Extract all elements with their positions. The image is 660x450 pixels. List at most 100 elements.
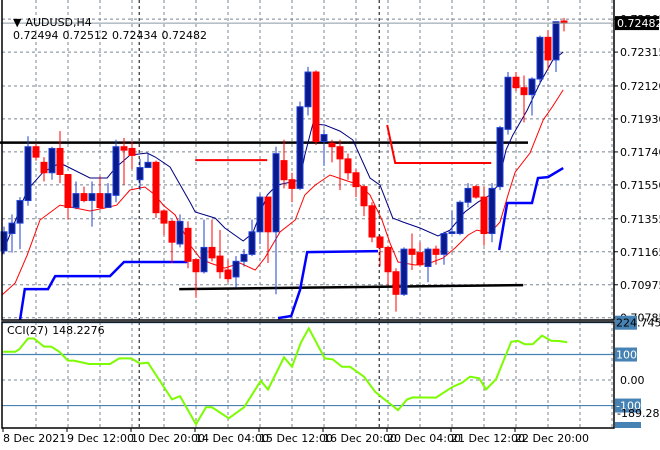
- candle-bearish: [512, 72, 520, 92]
- symbol-label: AUDUSD,H4: [25, 16, 92, 29]
- candle-bullish: [8, 214, 16, 253]
- price-axis-label: 0.71740: [620, 146, 660, 159]
- cci-name: CCI(27): [7, 324, 49, 337]
- candle-bullish: [112, 139, 120, 203]
- candle-bullish: [136, 158, 144, 191]
- candle-body: [40, 161, 48, 174]
- candle-body: [320, 134, 328, 143]
- time-axis-label: 8 Dec 2021: [3, 432, 66, 445]
- candle-bullish: [24, 136, 32, 206]
- candle-body: [520, 87, 528, 96]
- candle-bullish: [464, 183, 472, 208]
- candle-bullish: [536, 35, 544, 85]
- price-chart[interactable]: 0.725050.723150.721200.719300.717400.715…: [0, 0, 660, 450]
- candle-body: [72, 193, 80, 208]
- candle-body: [440, 233, 448, 255]
- time-axis-label: 16 Dec 20:00: [323, 432, 397, 445]
- candle-body: [104, 193, 112, 208]
- cci-pane-border: [1, 321, 615, 429]
- candle-bullish: [48, 146, 56, 180]
- main-pane-border: [1, 0, 615, 321]
- candle-bearish: [64, 173, 72, 220]
- candle-bearish: [360, 184, 368, 217]
- cci-line: [3, 326, 568, 427]
- candle-bullish: [144, 153, 152, 169]
- candle-body: [128, 147, 136, 156]
- moving-average-fast: [1, 51, 564, 256]
- candle-bearish: [416, 242, 424, 267]
- price-axis-label: 0.71355: [620, 213, 660, 226]
- candle-bearish: [264, 196, 272, 264]
- candle-bullish: [400, 247, 408, 297]
- candle-bearish: [32, 143, 40, 161]
- close-value: 0.72482: [161, 29, 208, 42]
- chart-header: ▼ AUDUSD,H4 0.72494 0.72512 0.72434 0.72482: [6, 3, 211, 42]
- candle-body: [504, 76, 512, 130]
- candle-body: [152, 161, 160, 214]
- current-price-label: 0.72482: [617, 17, 660, 30]
- candle-body: [168, 220, 176, 243]
- open-value: 0.72494: [13, 29, 59, 42]
- price-axis-label: 0.72315: [620, 46, 660, 59]
- candle-bearish: [480, 186, 488, 246]
- candle-bearish: [520, 75, 528, 123]
- candle-body: [480, 196, 488, 235]
- candle-body: [200, 246, 208, 273]
- candle-body: [64, 173, 72, 208]
- candle-body: [224, 269, 232, 280]
- candle-body: [336, 146, 344, 160]
- candle-body: [488, 187, 496, 235]
- candle-bearish: [472, 184, 480, 199]
- candle-body: [464, 187, 472, 203]
- low-value: 0.72434: [112, 29, 158, 42]
- candle-bearish: [216, 230, 224, 279]
- candle-body: [328, 142, 336, 148]
- candle-body: [384, 246, 392, 273]
- candle-body: [56, 147, 64, 175]
- price-axis-label: 0.71550: [620, 179, 660, 192]
- candle-body: [280, 160, 288, 181]
- candle-body: [344, 158, 352, 174]
- candle-bullish: [248, 219, 256, 257]
- candle-body: [528, 78, 536, 96]
- candle-bearish: [184, 221, 192, 269]
- candle-body: [24, 146, 32, 202]
- horizontal-level-black: [179, 283, 524, 291]
- candle-body: [368, 205, 376, 238]
- cci-level-label: 224.7453: [616, 317, 660, 330]
- candle-bearish: [328, 139, 336, 163]
- candle-body: [120, 146, 128, 151]
- candle-bullish: [496, 125, 504, 191]
- candle-bearish: [352, 169, 360, 198]
- candle-body: [184, 227, 192, 262]
- candle-bearish: [152, 160, 160, 218]
- candle-bearish: [128, 141, 136, 170]
- candle-body: [240, 253, 248, 262]
- candle-bearish: [312, 70, 320, 145]
- candle-bearish: [160, 209, 168, 236]
- candle-body: [448, 231, 456, 235]
- candle-body: [264, 196, 272, 233]
- candle-bullish: [200, 219, 208, 274]
- collapse-triangle-icon[interactable]: ▼: [13, 16, 21, 29]
- candle-body: [360, 186, 368, 207]
- candle-body: [232, 260, 240, 278]
- cci-min-box: [615, 422, 641, 428]
- candle-body: [216, 255, 224, 273]
- candle-body: [256, 196, 264, 233]
- candle-body: [176, 220, 184, 245]
- candle-body: [160, 210, 168, 224]
- candle-bearish: [168, 219, 176, 264]
- candle-body: [416, 252, 424, 266]
- candle-body: [8, 222, 16, 235]
- candle-bullish: [272, 146, 280, 295]
- price-axis-label: 0.71930: [620, 113, 660, 126]
- candle-body: [312, 71, 320, 143]
- cci-title: CCI(27) 148.2276: [7, 324, 109, 337]
- candle-bullish: [72, 181, 80, 210]
- time-axis-label: 20 Dec 04:00: [387, 432, 461, 445]
- candle-body: [472, 186, 480, 198]
- candle-body: [456, 201, 464, 235]
- candle-bullish: [424, 247, 432, 283]
- time-axis-label: 14 Dec 04:00: [195, 432, 269, 445]
